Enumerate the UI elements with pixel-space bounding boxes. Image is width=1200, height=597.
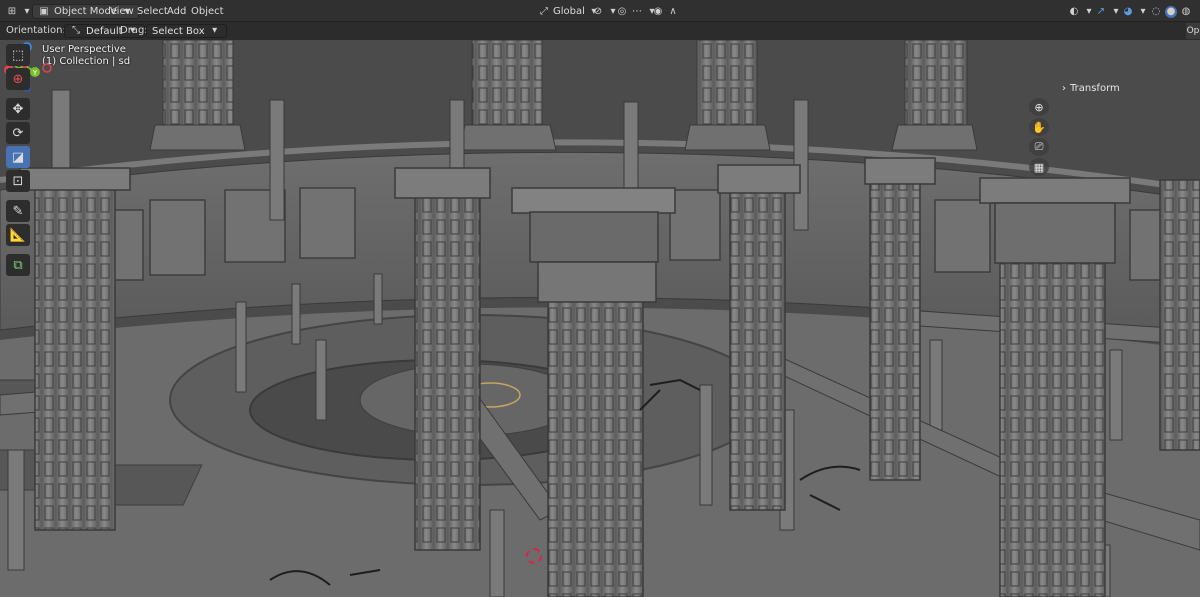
- object-mode-icon: ▣: [39, 5, 49, 17]
- transform-panel-label: Transform: [1070, 83, 1120, 94]
- orientation-value: Default: [86, 25, 123, 37]
- orientation-label: Orientation:: [6, 25, 66, 36]
- visibility-button[interactable]: ◐ ▾: [1068, 4, 1095, 19]
- menu-object-label: Object: [191, 6, 224, 17]
- wireframe-shading-icon: ◌: [1151, 5, 1161, 17]
- material-shading-icon: ◍: [1181, 5, 1191, 17]
- scale-icon: ◪: [11, 149, 25, 165]
- view-name: User Perspective: [42, 44, 126, 55]
- hand-icon: ✋: [1032, 120, 1046, 134]
- rotate-icon: ⟳: [12, 125, 24, 141]
- falloff-icon: ∧: [669, 5, 677, 17]
- gizmo-toggle[interactable]: ↗ ▾: [1095, 4, 1122, 19]
- menu-view[interactable]: View: [110, 4, 134, 19]
- left-toolbar: ⬚ ⊕ ✥ ⟳ ◪ ⊡ ✎ 📐 ⧉: [6, 44, 30, 276]
- menu-select[interactable]: Select: [137, 4, 168, 19]
- gizmo-y-label: Y: [32, 69, 38, 77]
- perspective-toggle[interactable]: ▦: [1029, 158, 1049, 176]
- pivot-icon: ⊘: [593, 5, 603, 17]
- overlays-toggle[interactable]: ◕ ▾: [1122, 4, 1149, 19]
- gizmo-neg-x[interactable]: [42, 63, 52, 73]
- add-cube-icon: ⧉: [13, 257, 23, 273]
- scene-render: [0, 40, 1200, 597]
- sidebar-tab-label: Op: [1186, 26, 1200, 36]
- pivot-point-button[interactable]: ⊘ ▾: [592, 4, 619, 19]
- chevron-down-icon: ▾: [1113, 5, 1119, 17]
- select-box-tool[interactable]: ⬚: [6, 44, 30, 66]
- 3d-cursor[interactable]: [526, 548, 542, 564]
- drag-dropdown[interactable]: Select Box ▾: [146, 24, 227, 38]
- sidebar-tab-op[interactable]: Op: [1186, 23, 1200, 39]
- orientation-icon: ⤢: [540, 5, 548, 17]
- 3d-viewport[interactable]: User Perspective (1) Collection | sd Z X…: [0, 40, 1200, 597]
- camera-view-button[interactable]: ⎚: [1029, 138, 1049, 156]
- camera-icon: ⎚: [1034, 140, 1044, 153]
- zoom-button[interactable]: ⊕: [1029, 98, 1049, 116]
- editor-type-button[interactable]: ⊞ ▾: [6, 4, 33, 19]
- chevron-down-icon: ▾: [1140, 5, 1146, 17]
- overlays-icon: ◕: [1123, 5, 1133, 17]
- gizmo-icon: ↗: [1096, 5, 1106, 17]
- proportional-edit-button[interactable]: ◉ ∧: [652, 4, 679, 19]
- snap-target-icon: ⋯: [632, 5, 642, 17]
- select-box-icon: ⬚: [11, 47, 25, 63]
- transform-orientation-label: Global: [553, 6, 585, 17]
- menu-view-label: View: [110, 6, 134, 17]
- add-cube-tool[interactable]: ⧉: [6, 254, 30, 276]
- zoom-icon: ⊕: [1034, 100, 1044, 114]
- scale-tool[interactable]: ◪: [6, 146, 30, 168]
- chevron-right-icon: ›: [1062, 83, 1066, 94]
- annotate-icon: ✎: [12, 203, 24, 219]
- drag-label: Drag:: [120, 25, 148, 36]
- eye-icon: ◐: [1069, 5, 1079, 17]
- editor-type-icon: ⊞: [7, 5, 17, 17]
- collection-info: (1) Collection | sd: [42, 56, 131, 67]
- menu-select-label: Select: [137, 6, 168, 17]
- solid-shading-icon: ●: [1165, 5, 1177, 18]
- cursor-tool[interactable]: ⊕: [6, 68, 30, 90]
- header-bar: ⊞ ▾ ▣ Object Mode ▾ View Select Add Objec…: [0, 0, 1200, 22]
- rotate-tool[interactable]: ⟳: [6, 122, 30, 144]
- move-tool[interactable]: ✥: [6, 98, 30, 120]
- menu-object[interactable]: Object: [191, 4, 224, 19]
- measure-tool[interactable]: 📐: [6, 224, 30, 246]
- menu-add-label: Add: [167, 6, 187, 17]
- proportional-icon: ◉: [653, 5, 663, 17]
- move-icon: ✥: [12, 101, 24, 117]
- drag-value: Select Box: [152, 25, 205, 37]
- cursor-icon: ⊕: [12, 71, 24, 87]
- transform-orientation-dropdown[interactable]: ⤢ Global ▾: [538, 4, 600, 19]
- chevron-down-icon: ▾: [1086, 5, 1092, 17]
- grid-icon: ▦: [1033, 160, 1045, 174]
- menu-add[interactable]: Add: [167, 4, 186, 19]
- transform-icon: ⊡: [12, 173, 24, 189]
- sidebar-transform-panel[interactable]: › Transform: [1062, 83, 1120, 94]
- magnet-icon: ◎: [617, 5, 627, 17]
- tool-settings-bar: Orientation: ⤡ Default ▾ Drag: Select Bo…: [0, 22, 1200, 40]
- shading-buttons[interactable]: ◌ ● ◍: [1150, 4, 1192, 19]
- measure-icon: 📐: [9, 227, 27, 243]
- chevron-down-icon: ▾: [212, 25, 218, 36]
- pan-button[interactable]: ✋: [1029, 118, 1049, 136]
- orientation-axes-icon: ⤡: [72, 25, 80, 36]
- annotate-tool[interactable]: ✎: [6, 200, 30, 222]
- mode-label: Object Mode: [54, 6, 117, 17]
- transform-tool[interactable]: ⊡: [6, 170, 30, 192]
